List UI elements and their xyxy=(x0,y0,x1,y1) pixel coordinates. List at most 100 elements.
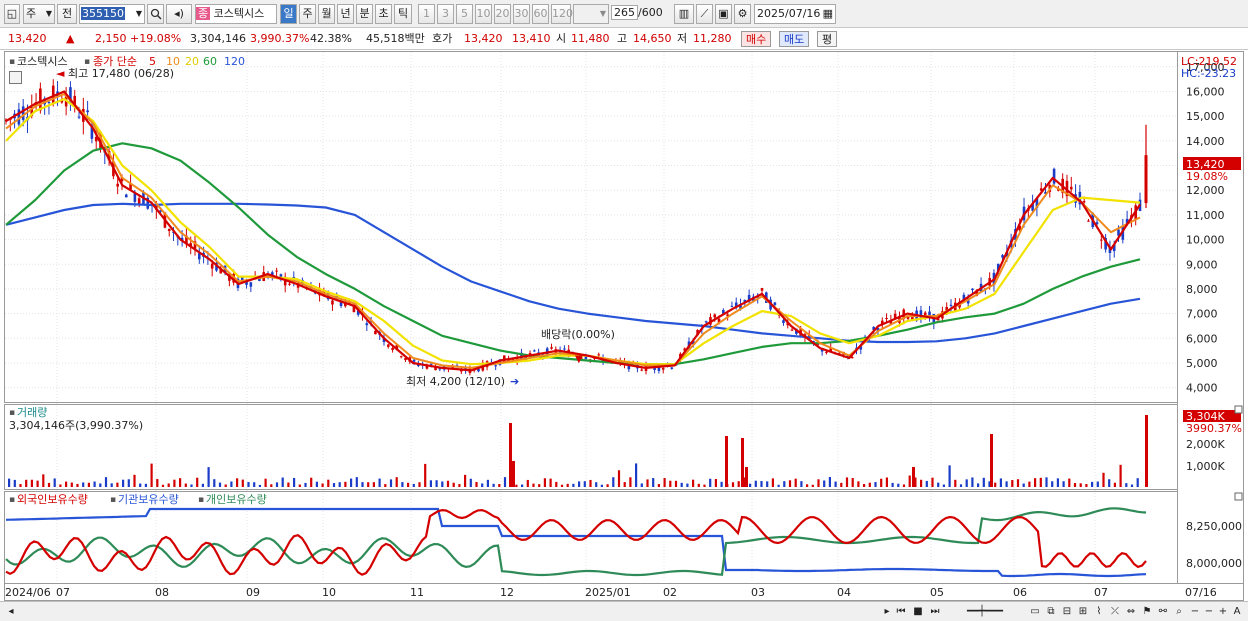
split-icon[interactable]: ⊟ xyxy=(1060,604,1074,619)
price-tick: 10,000 xyxy=(1186,234,1225,247)
volume-bar xyxy=(315,481,318,487)
hc-value: HC:-23.23 xyxy=(1181,67,1236,80)
candle-body xyxy=(597,354,601,356)
volume-bar xyxy=(184,483,187,487)
layout-icon[interactable]: ▭ xyxy=(1028,604,1042,619)
interval-60[interactable]: 60 xyxy=(532,4,549,24)
price-panel[interactable] xyxy=(4,51,1178,403)
low-price: 11,280 xyxy=(693,32,732,45)
settings-button[interactable]: ⚙ xyxy=(734,4,751,24)
period-minute[interactable]: 분 xyxy=(356,4,373,24)
eval-button[interactable]: 평 xyxy=(817,31,838,47)
first-page-icon[interactable]: ⏮ xyxy=(894,604,908,619)
save-button[interactable]: ▣ xyxy=(715,4,732,24)
flag-icon[interactable]: ⚑ xyxy=(1140,604,1154,619)
interval-1[interactable]: 1 xyxy=(418,4,435,24)
interval-120[interactable]: 120 xyxy=(551,4,573,24)
volume-bar xyxy=(378,478,381,487)
line-tool-button[interactable]: ⟋ xyxy=(696,4,713,24)
volume-bar xyxy=(521,484,524,487)
font-size-icon[interactable]: A xyxy=(1230,604,1244,619)
stock-chart[interactable]: 17,00016,00015,00014,00013,00012,00011,0… xyxy=(0,50,1248,602)
date-label: 09 xyxy=(246,586,260,599)
zoom-in-icon[interactable]: + xyxy=(1216,604,1230,619)
period-year[interactable]: 년 xyxy=(337,4,354,24)
type-select[interactable]: 주 ▼ xyxy=(23,4,55,24)
search-icon[interactable]: ⌕ xyxy=(1172,604,1186,619)
volume-bar xyxy=(874,482,877,487)
volume-bar xyxy=(749,483,752,487)
zoom-out-alt-icon[interactable]: − xyxy=(1202,604,1216,619)
holdings-panel[interactable] xyxy=(4,491,1178,584)
panel-close-icon[interactable] xyxy=(1234,405,1243,414)
market-select[interactable]: 전 xyxy=(57,4,77,24)
volume-bar xyxy=(1096,481,1099,487)
date-label: 10 xyxy=(322,586,336,599)
stock-name-field[interactable]: 종 코스텍시스 xyxy=(195,4,277,24)
volume-bar xyxy=(452,482,455,487)
period-week[interactable]: 주 xyxy=(299,4,316,24)
volume-bar xyxy=(1039,477,1042,487)
link-icon[interactable]: ⚯ xyxy=(1156,604,1170,619)
period-tick-label: 틱 xyxy=(397,7,409,20)
volume-panel[interactable] xyxy=(4,404,1178,490)
dividend-annotation: 배당락(0.00%) xyxy=(541,328,615,341)
count-input[interactable]: 265/600 xyxy=(611,4,669,24)
volume-bar xyxy=(965,479,968,487)
toggle-panel-icon[interactable] xyxy=(9,71,22,84)
cross-icon[interactable]: ⤫ xyxy=(1108,604,1122,619)
volume-tick: 2,000K xyxy=(1186,438,1225,451)
volume-bar xyxy=(823,480,826,487)
candle-body xyxy=(885,317,888,319)
interval-input[interactable]: ▼ xyxy=(573,4,609,24)
sound-button[interactable]: ◂) xyxy=(166,4,192,24)
interval-3[interactable]: 3 xyxy=(437,4,454,24)
volume-bar xyxy=(224,484,227,487)
draw-icon[interactable]: ⌇ xyxy=(1092,604,1106,619)
date-input[interactable]: 2025/07/16 ▦ xyxy=(754,4,836,24)
volume-bar xyxy=(897,483,900,487)
grid-icon[interactable]: ⊞ xyxy=(1076,604,1090,619)
stop-icon[interactable]: ■ xyxy=(911,604,925,619)
period-day[interactable]: 일 xyxy=(280,4,297,24)
volume-bar xyxy=(424,463,427,487)
scroll-right-icon[interactable]: ▸ xyxy=(880,604,894,619)
interval-20[interactable]: 20 xyxy=(494,4,511,24)
period-year-label: 년 xyxy=(340,7,351,20)
candle-body xyxy=(713,314,717,318)
volume-bar xyxy=(435,480,438,487)
period-month[interactable]: 월 xyxy=(318,4,335,24)
last-page-icon[interactable]: ⏭ xyxy=(928,604,942,619)
interval-5[interactable]: 5 xyxy=(456,4,473,24)
volume-bar xyxy=(1045,477,1048,487)
chart-scrollbar[interactable]: ◂ ▸ ⏮ ■ ⏭ ━━┿━━━ ▭ ⧉ ⊟ ⊞ ⌇ ⤫ ⇔ ⚑ ⚯ ⌕ − −… xyxy=(0,601,1248,621)
volume-bar xyxy=(834,481,837,487)
zoom-slider[interactable]: ━━┿━━━ xyxy=(950,604,1020,619)
period-tick[interactable]: 틱 xyxy=(394,4,412,24)
code-input[interactable]: 355150 ▼ xyxy=(79,4,145,24)
date-label: 08 xyxy=(155,586,169,599)
volume-bar xyxy=(745,467,748,487)
search-button[interactable] xyxy=(147,4,164,24)
chart-type-button[interactable]: ▥ xyxy=(674,4,694,24)
scroll-left-icon[interactable]: ◂ xyxy=(4,604,18,619)
copy-icon[interactable]: ⧉ xyxy=(1044,604,1058,619)
window-menu-icon[interactable]: ◱ xyxy=(4,4,20,24)
volume-bar xyxy=(156,479,159,487)
period-second[interactable]: 초 xyxy=(375,4,392,24)
volume-bar xyxy=(766,481,769,487)
sell-button[interactable]: 매도 xyxy=(779,31,810,47)
volume-bar xyxy=(47,482,51,487)
interval-10[interactable]: 10 xyxy=(475,4,492,24)
arrow-right-icon: ➔ xyxy=(510,375,519,388)
arrows-icon[interactable]: ⇔ xyxy=(1124,604,1138,619)
period-week-label: 주 xyxy=(302,7,313,20)
volume-bar xyxy=(173,479,176,487)
candle-body xyxy=(386,344,390,347)
zoom-out-icon[interactable]: − xyxy=(1188,604,1202,619)
buy-button[interactable]: 매수 xyxy=(741,31,772,47)
interval-30[interactable]: 30 xyxy=(513,4,530,24)
volume-bar xyxy=(110,483,113,487)
panel-close-icon[interactable] xyxy=(1234,492,1243,501)
holdings-inst-label: 기관보유수량 xyxy=(118,493,179,506)
